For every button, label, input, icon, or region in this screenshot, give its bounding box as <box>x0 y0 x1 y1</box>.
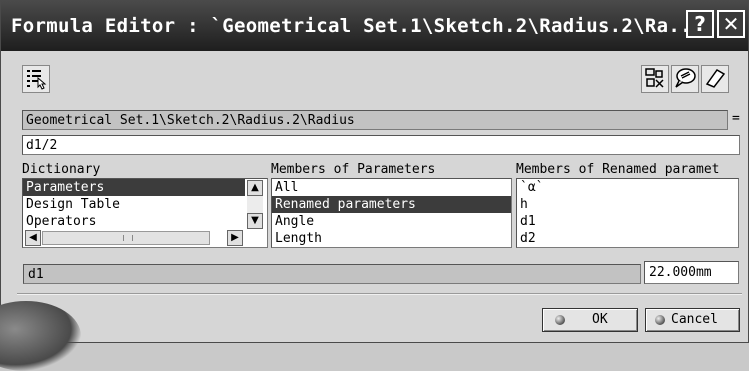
comment-icon[interactable] <box>671 65 699 93</box>
selected-parameter-value[interactable]: 22.000mm <box>644 261 739 284</box>
dictionary-item-design-table[interactable]: Design Table <box>23 196 245 213</box>
ok-button[interactable]: OK <box>542 308 638 332</box>
comment-glyph <box>675 68 696 88</box>
scroll-grip <box>123 235 133 241</box>
renamed-header: Members of Renamed paramet <box>516 162 720 177</box>
scroll-left-button[interactable]: ◀ <box>25 230 41 246</box>
dictionary-header: Dictionary <box>22 162 101 177</box>
members-header: Members of Parameters <box>271 162 436 177</box>
equals-sign: = <box>732 111 740 126</box>
members-item-all[interactable]: All <box>272 179 511 196</box>
members-item-angle[interactable]: Angle <box>272 213 511 230</box>
renamed-item-d2[interactable]: d2 <box>517 230 738 247</box>
scroll-up-button[interactable]: ▲ <box>247 180 263 196</box>
dictionary-list: Parameters Design Table Operators ▲ ▼ ◀ … <box>22 178 268 248</box>
cancel-indicator-icon <box>655 315 665 325</box>
measure-glyph <box>645 68 664 88</box>
title-bar[interactable]: Formula Editor : `Geometrical Set.1\Sket… <box>1 1 748 51</box>
members-item-renamed-parameters[interactable]: Renamed parameters <box>272 196 511 213</box>
help-button[interactable]: ? <box>686 10 714 38</box>
dictionary-item-parameters[interactable]: Parameters <box>23 179 245 196</box>
formula-input[interactable]: d1/2 <box>22 135 740 155</box>
scroll-down-button[interactable]: ▼ <box>247 213 263 229</box>
scroll-right-button[interactable]: ▶ <box>227 230 243 246</box>
dictionary-items: Parameters Design Table Operators <box>23 179 245 230</box>
erase-icon[interactable] <box>701 65 729 93</box>
formula-editor-dialog: Formula Editor : `Geometrical Set.1\Sket… <box>0 0 749 371</box>
measure-icon[interactable] <box>641 65 669 93</box>
members-list: All Renamed parameters Angle Length <box>271 178 512 248</box>
erase-glyph <box>705 69 726 88</box>
dictionary-item-operators[interactable]: Operators <box>23 213 245 230</box>
window-title: Formula Editor : `Geometrical Set.1\Sket… <box>11 15 704 37</box>
background-artifact <box>0 301 81 371</box>
renamed-item-d1[interactable]: d1 <box>517 213 738 230</box>
selected-parameter-name: d1 <box>23 264 641 284</box>
renamed-item-alpha[interactable]: `α` <box>517 179 738 196</box>
renamed-item-h[interactable]: h <box>517 196 738 213</box>
horizontal-scroll-thumb[interactable] <box>42 231 210 245</box>
formula-list-icon[interactable] <box>22 65 50 93</box>
close-button[interactable]: ✕ <box>717 10 745 38</box>
ok-indicator-icon <box>555 315 565 325</box>
cancel-label: Cancel <box>671 312 718 327</box>
separator <box>17 293 742 295</box>
ok-label: OK <box>592 312 608 327</box>
formula-list-glyph <box>27 70 47 90</box>
cancel-button[interactable]: Cancel <box>645 308 740 332</box>
members-item-length[interactable]: Length <box>272 230 511 247</box>
renamed-list: `α` h d1 d2 <box>516 178 739 248</box>
parameter-path: Geometrical Set.1\Sketch.2\Radius.2\Radi… <box>22 110 728 130</box>
